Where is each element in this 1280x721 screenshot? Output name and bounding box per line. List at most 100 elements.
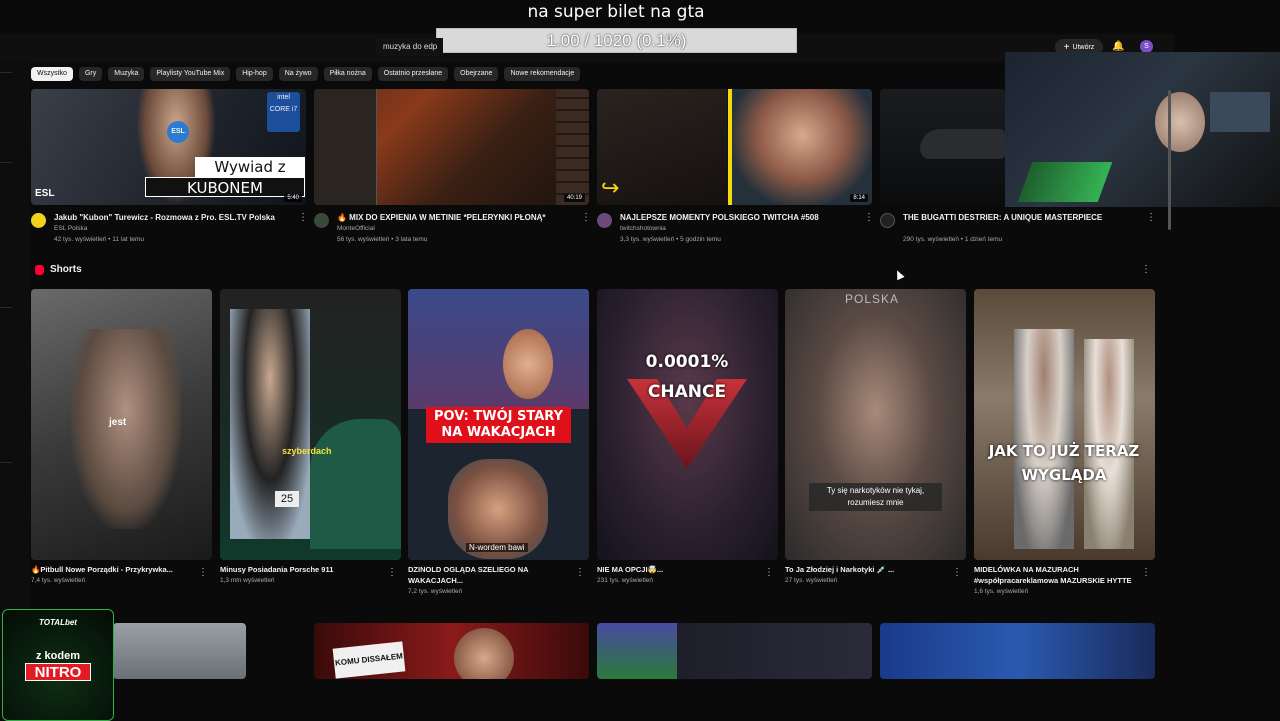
short-meta: 7,4 tys. wyświetleń [31,577,85,584]
car-shape [310,419,401,549]
filter-chip[interactable]: Ostatnio przesłane [378,67,448,81]
filter-chip[interactable]: Hip-hop [236,67,273,81]
search-input[interactable]: muzyka do edp [376,38,443,56]
filter-chip[interactable]: Wszystko [31,67,73,81]
keyboard-rgb [1018,162,1113,202]
person-right [732,89,872,205]
filter-chip[interactable]: Obejrzane [454,67,498,81]
short-meta: 1,6 tys. wyświetleń [974,588,1028,595]
short-title[interactable]: Minusy Posiadania Porsche 911 [220,564,385,575]
filter-chip[interactable]: Muzyka [108,67,144,81]
donation-goal-bar: 1.00 / 1020 (0.1%) [436,28,797,53]
goal-text: 1.00 / 1020 (0.1%) [437,29,796,52]
promo-brand: TOTALbet [3,618,113,627]
video-thumbnail[interactable] [880,623,1155,679]
more-options-icon[interactable]: ⋮ [864,212,874,223]
video-thumbnail[interactable] [597,623,872,679]
scrollbar[interactable] [1168,90,1171,230]
video-meta: 290 tys. wyświetleń • 1 dzień temu [903,236,1002,243]
short-thumbnail[interactable]: jest [31,289,212,560]
video-title[interactable]: Jakub "Kubon" Turewicz - Rozmowa z Pro. … [54,213,275,222]
promo-code: NITRO [25,663,91,681]
esl-logo: ESL [35,188,54,199]
shorts-header: Shorts [35,264,82,275]
more-options-icon[interactable]: ⋮ [198,567,208,578]
intel-logo: intelCORE i7 [267,92,300,132]
more-options-icon[interactable]: ⋮ [387,567,397,578]
arrow-icon: ↪ [601,175,619,201]
filter-chip[interactable]: Playlisty YouTube Mix [150,67,230,81]
short-caption: 0.0001% CHANCE [617,347,757,407]
video-thumbnail[interactable]: ESL intelCORE i7 Wywiad z KUBONEM ESL 5:… [31,89,306,205]
shorts-logo-icon [35,265,44,275]
channel-name[interactable]: twitchshotownia [620,225,666,232]
short-title[interactable]: To Ja Złodziej i Narkotyki 💉 ... [785,564,950,575]
short-title[interactable]: 🔥Pitbull Nowe Porządki - Przykrywka... [31,564,196,575]
more-options-icon[interactable]: ⋮ [298,212,308,223]
short-meta: 1,3 mln wyświetleń [220,577,275,584]
streamer-face [503,329,553,399]
video-title[interactable]: 🔥 MIX DO EXPIENIA W METINIE *PELERYNKI P… [337,213,546,222]
background-window [1210,92,1270,132]
video-thumbnail[interactable]: KOMU DISSAŁEM [314,623,589,679]
game-inventory-panel [314,89,377,205]
duration: 8:14 [850,194,868,202]
more-options-icon[interactable]: ⋮ [1141,264,1151,275]
short-title[interactable]: NIE MA OPCJI🤯... [597,564,762,575]
filter-chip[interactable]: Gry [79,67,102,81]
microphone-icon: ESL [167,121,189,143]
short-caption: jest [109,417,126,428]
video-thumbnail[interactable] [880,89,1005,205]
video-meta: 3,3 tys. wyświetleń • 5 godzin temu [620,236,721,243]
short-title[interactable]: DZINOLD OGLĄDA SZELIEGO NA WAKACJACH... [408,564,568,586]
stadium-image [597,623,677,679]
thumb-sign-text: KOMU DISSAŁEM [333,641,406,678]
short-caption: szyberdach [282,446,332,456]
short-thumbnail[interactable]: POV: TWÓJ STARY NA WAKACJACH N-wordem ba… [408,289,589,560]
license-plate: 25 [275,491,299,507]
video-title[interactable]: NAJLEPSZE MOMENTY POLSKIEGO TWITCHA #508 [620,213,819,222]
video-thumbnail[interactable]: ↪ 8:14 [597,89,872,205]
car-shape [920,129,1005,159]
streamer-webcam [1005,52,1280,207]
filter-chip[interactable]: Na żywo [279,67,318,81]
video-thumbnail[interactable]: 40:19 [314,89,589,205]
channel-icon[interactable] [880,213,895,228]
video-title[interactable]: THE BUGATTI DESTRIER: A UNIQUE MASTERPIE… [903,213,1102,222]
channel-icon[interactable] [31,213,46,228]
channel-name[interactable]: MonteOfficial [337,225,375,232]
plus-icon: + [1064,42,1070,53]
more-options-icon[interactable]: ⋮ [764,567,774,578]
person-image [71,329,181,529]
short-thumbnail[interactable]: szyberdach 25 [220,289,401,560]
filter-chip[interactable]: Nowe rekomendacje [504,67,580,81]
short-thumbnail[interactable]: POLSKA Ty się narkotyków nie tykaj, rozu… [785,289,966,560]
duration: 40:19 [564,194,585,202]
game-ui-panel [556,89,589,205]
streamer-face [1155,92,1205,152]
more-options-icon[interactable]: ⋮ [1146,212,1156,223]
thumb-text-2: KUBONEM [145,177,305,197]
short-thumbnail[interactable]: 0.0001% CHANCE [597,289,778,560]
filter-chip[interactable]: Piłka nożna [324,67,372,81]
short-title[interactable]: MIDELÓWKA NA MAZURACH #współpracareklamo… [974,564,1144,586]
short-caption: JAK TO JUŻ TERAZ WYGLĄDA [984,439,1144,487]
short-thumbnail[interactable]: JAK TO JUŻ TERAZ WYGLĄDA [974,289,1155,560]
short-caption: Ty się narkotyków nie tykaj, rozumiesz m… [809,483,942,511]
more-options-icon[interactable]: ⋮ [575,567,585,578]
channel-icon[interactable] [314,213,329,228]
more-options-icon[interactable]: ⋮ [1141,567,1151,578]
short-caption: POV: TWÓJ STARY NA WAKACJACH [426,407,571,443]
video-thumbnail[interactable] [113,623,246,679]
left-sidebar [0,62,30,682]
promo-line: z kodem [3,650,113,662]
more-options-icon[interactable]: ⋮ [581,212,591,223]
duration: 5:40 [284,194,302,202]
video-meta: 42 tys. wyświetleń • 11 lat temu [54,236,144,243]
bell-icon[interactable]: 🔔 [1112,41,1124,52]
stream-scene [408,289,589,409]
more-options-icon[interactable]: ⋮ [952,567,962,578]
mouse-cursor-icon [893,269,904,281]
channel-icon[interactable] [597,213,612,228]
channel-name[interactable]: ESL Polska [54,225,87,232]
